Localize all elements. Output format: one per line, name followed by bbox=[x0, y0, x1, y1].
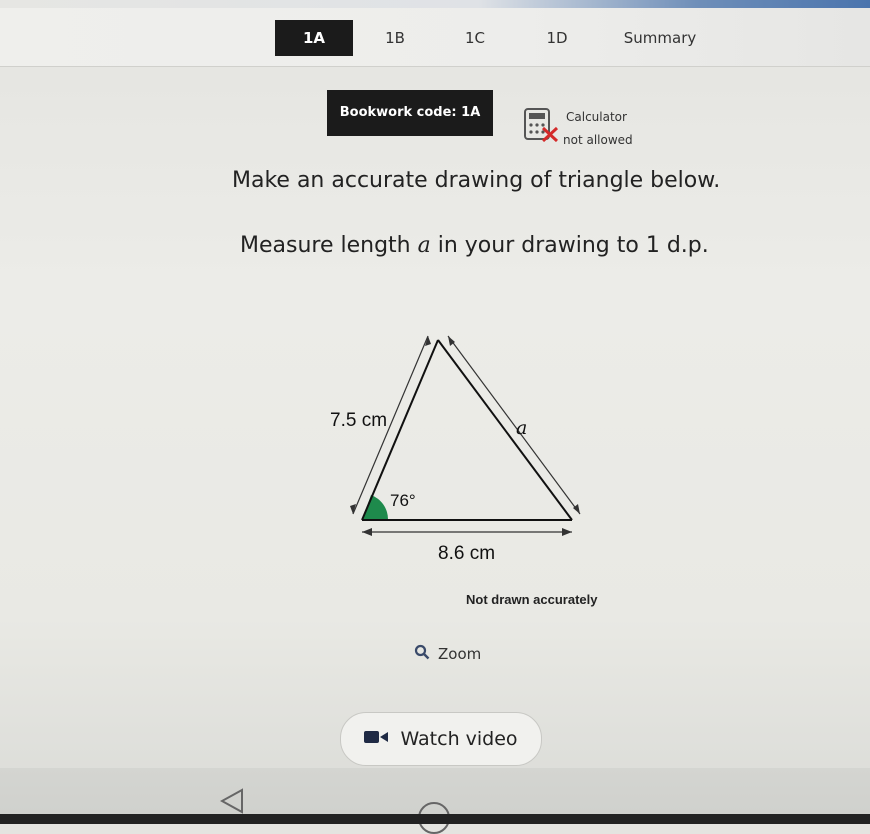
tab-bar: 1A 1B 1C 1D Summary bbox=[0, 8, 870, 67]
base-arrowhead-right bbox=[562, 528, 572, 536]
watch-video-label: Watch video bbox=[400, 728, 518, 750]
tab-1d[interactable]: 1D bbox=[522, 20, 592, 56]
question-instruction: Make an accurate drawing of triangle bel… bbox=[232, 168, 721, 193]
angle-label: 76° bbox=[390, 491, 416, 510]
triangle-right-side bbox=[437, 339, 573, 521]
tab-summary[interactable]: Summary bbox=[608, 20, 712, 56]
right-measure-line bbox=[447, 335, 581, 515]
not-accurate-note: Not drawn accurately bbox=[466, 592, 598, 607]
angle-marker bbox=[362, 495, 389, 520]
calculator-label: Calculator bbox=[566, 110, 627, 124]
base-label: 8.6 cm bbox=[438, 543, 495, 564]
calculator-not-allowed-icon bbox=[523, 108, 559, 146]
screen-edge bbox=[0, 814, 870, 824]
tab-1a[interactable]: 1A bbox=[275, 20, 353, 56]
zoom-button[interactable]: Zoom bbox=[414, 644, 481, 664]
watch-video-button[interactable]: Watch video bbox=[340, 712, 542, 766]
zoom-label: Zoom bbox=[438, 645, 482, 663]
question-measure-prefix: Measure length bbox=[240, 233, 418, 258]
triangle-diagram: 7.5 cm a 76° 8.6 cm bbox=[330, 335, 581, 564]
question-variable: a bbox=[417, 233, 431, 258]
magnifier-icon bbox=[414, 644, 430, 664]
side-a-label: a bbox=[516, 417, 527, 439]
question-measure-suffix: in your drawing to 1 d.p. bbox=[430, 233, 709, 258]
video-camera-icon bbox=[364, 728, 390, 750]
question-measure: Measure length a in your drawing to 1 d.… bbox=[240, 233, 709, 258]
left-side-label: 7.5 cm bbox=[330, 410, 387, 431]
bookwork-code-badge: Bookwork code: 1A bbox=[327, 90, 493, 136]
base-arrowhead-left bbox=[362, 528, 372, 536]
tab-1b[interactable]: 1B bbox=[360, 20, 430, 56]
tab-1c[interactable]: 1C bbox=[440, 20, 510, 56]
calculator-status: not allowed bbox=[563, 133, 633, 147]
